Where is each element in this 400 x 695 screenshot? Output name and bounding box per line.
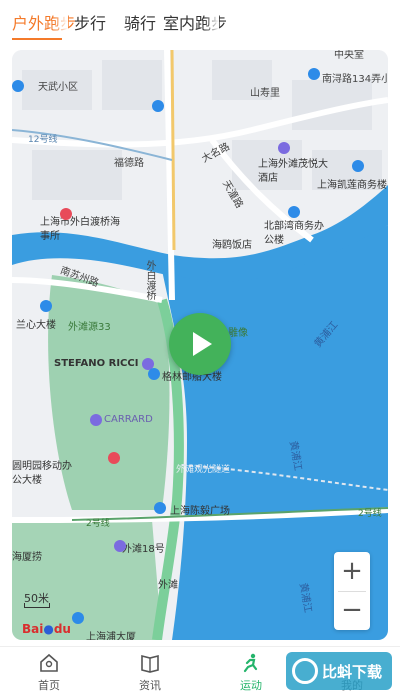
hotel-icon (278, 142, 290, 154)
tab-fade (205, 8, 219, 34)
nav-news[interactable]: 资讯 (110, 647, 190, 695)
map-scale-bar (24, 603, 50, 608)
map-logo: Bai●du (22, 622, 71, 636)
map-label-fude: 福德路 (114, 158, 144, 169)
map-label-kerry: 上海凯莲商务楼 (317, 180, 387, 191)
map-label-shanghai-bldg: 上海浦大厦 (86, 632, 136, 640)
map-label-carrard: CARRARD (104, 414, 153, 425)
map-label-haiou: 海鸥饭店 (212, 240, 252, 251)
tab-walk[interactable]: 步行 (74, 10, 106, 34)
watermark-badge: 比蚪下载 (286, 652, 392, 690)
metro-line-12-label: 12号线 (28, 135, 58, 145)
map-label-lanxin: 兰心大楼 (16, 320, 56, 331)
nav-home[interactable]: 首页 (9, 647, 89, 695)
map-label-shanshou: 山寿里 (250, 88, 280, 99)
nav-sport[interactable]: 运动 (211, 647, 291, 695)
office-icon (352, 160, 364, 172)
metro-line-2-label-a: 2号线 (86, 519, 110, 529)
zoom-controls: + − (334, 552, 370, 630)
metro-line-2-label-b: 2号线 (358, 509, 382, 519)
government-icon (60, 208, 72, 220)
watermark-logo-icon (292, 658, 318, 684)
shop-icon (90, 414, 102, 426)
map-label-waitan: 外滩 (158, 580, 178, 591)
home-icon (40, 653, 58, 672)
parking-icon (152, 100, 164, 112)
map-label-nanxun: 南浔路134弄小 (322, 74, 388, 85)
map-label-ferry: 上海市外白渡桥海事所 (40, 217, 120, 242)
building-icon (308, 68, 320, 80)
map-label-north-bund: 北部湾商务办公楼 (264, 221, 324, 246)
map-label-stefano: STEFANO RICCI (54, 358, 139, 369)
map-label-chenyi: 上海陈毅广场 (170, 506, 230, 517)
metro-icon (108, 452, 120, 464)
map-label-statue: 雕像 (228, 328, 248, 339)
map-label-yuanming: 圆明园移动办公大楼 (12, 461, 72, 486)
zoom-in-button[interactable]: + (334, 552, 370, 591)
shop-icon (114, 540, 126, 552)
nav-sport-label: 运动 (240, 679, 262, 692)
news-icon (141, 654, 159, 673)
office-icon (154, 502, 166, 514)
nav-home-label: 首页 (38, 679, 60, 692)
map-label-waitan18: 外滩18号 (122, 544, 165, 555)
map-label-tianwu: 天武小区 (38, 82, 78, 93)
watermark-text: 比蚪下载 (322, 663, 383, 681)
play-icon (193, 332, 212, 356)
map-label-tunnel: 外滩观光隧道 (176, 465, 231, 475)
logo-text: Bai (22, 622, 44, 636)
nav-news-label: 资讯 (139, 679, 161, 692)
map-label-top: 中央室 (334, 50, 364, 61)
active-tab-indicator (12, 38, 62, 40)
map-label-building: 海厦捞 (12, 552, 42, 563)
office-icon (288, 206, 300, 218)
start-run-button[interactable] (169, 313, 231, 375)
tab-fade (54, 8, 68, 34)
sport-type-tabs: 户外跑步 步行 骑行 室内跑步 (0, 0, 400, 46)
map-label-waitanyuan: 外滩源33 (68, 322, 111, 333)
office-icon (72, 612, 84, 624)
parking-icon (12, 80, 24, 92)
office-icon (148, 368, 160, 380)
tab-cycling[interactable]: 骑行 (124, 10, 156, 34)
logo-suffix: du (53, 622, 71, 636)
map-label-waibaidu: 外白渡桥 (144, 260, 155, 300)
running-icon (243, 653, 258, 673)
logo-paw-icon: ● (43, 622, 54, 636)
zoom-out-button[interactable]: − (334, 591, 370, 630)
office-icon (40, 300, 52, 312)
